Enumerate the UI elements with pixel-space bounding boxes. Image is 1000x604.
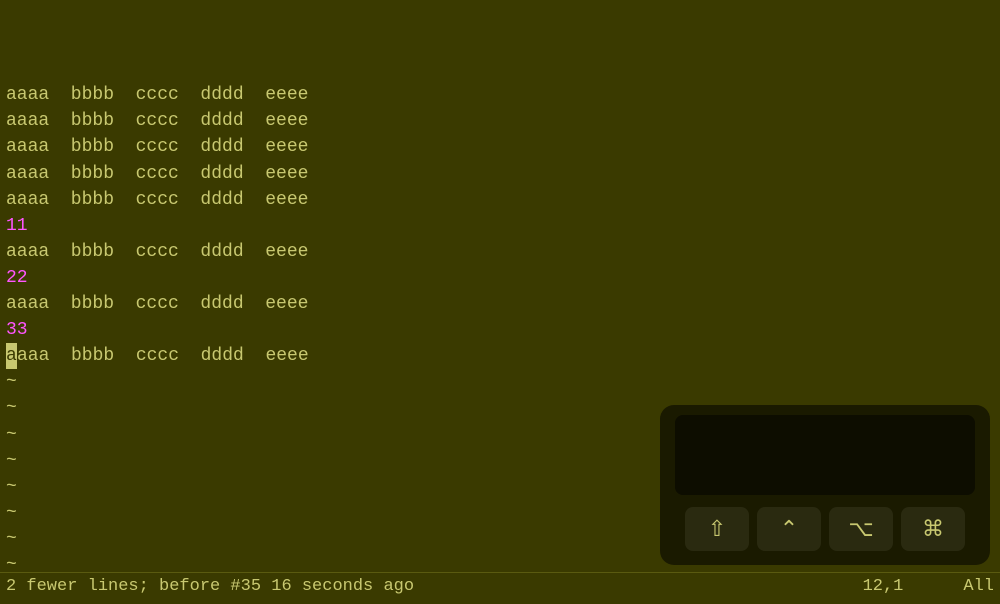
cursor-position: 12,1 bbox=[863, 577, 904, 596]
scroll-mode: All bbox=[963, 577, 994, 596]
editor: aaaa bbbb cccc dddd eeeeaaaa bbbb cccc d… bbox=[0, 0, 1000, 600]
editor-line: 11 bbox=[6, 213, 994, 239]
status-message: 2 fewer lines; before #35 16 seconds ago bbox=[6, 577, 863, 596]
editor-line: aaaa bbbb cccc dddd eeee bbox=[6, 82, 994, 108]
osk-shift-button[interactable]: ⇧ bbox=[685, 507, 749, 551]
text-cursor: a bbox=[6, 343, 17, 369]
osk-ctrl-button[interactable]: ⌃ bbox=[757, 507, 821, 551]
on-screen-keyboard: ⇧⌃⌥⌘ bbox=[660, 405, 990, 565]
osk-cmd-button[interactable]: ⌘ bbox=[901, 507, 965, 551]
editor-line: 22 bbox=[6, 265, 994, 291]
editor-line: aaaa bbbb cccc dddd eeee bbox=[6, 134, 994, 160]
editor-line: aaaa bbbb cccc dddd eeee bbox=[6, 187, 994, 213]
status-bar: 2 fewer lines; before #35 16 seconds ago… bbox=[0, 572, 1000, 600]
osk-alt-button[interactable]: ⌥ bbox=[829, 507, 893, 551]
editor-line: aaaa bbbb cccc dddd eeee bbox=[6, 343, 994, 369]
editor-line: aaaa bbbb cccc dddd eeee bbox=[6, 108, 994, 134]
osk-preview-area bbox=[675, 415, 975, 495]
editor-line: aaaa bbbb cccc dddd eeee bbox=[6, 239, 994, 265]
osk-button-row: ⇧⌃⌥⌘ bbox=[685, 507, 965, 551]
editor-line: aaaa bbbb cccc dddd eeee bbox=[6, 161, 994, 187]
editor-line: ~ bbox=[6, 369, 994, 395]
editor-line: aaaa bbbb cccc dddd eeee bbox=[6, 291, 994, 317]
editor-line: 33 bbox=[6, 317, 994, 343]
